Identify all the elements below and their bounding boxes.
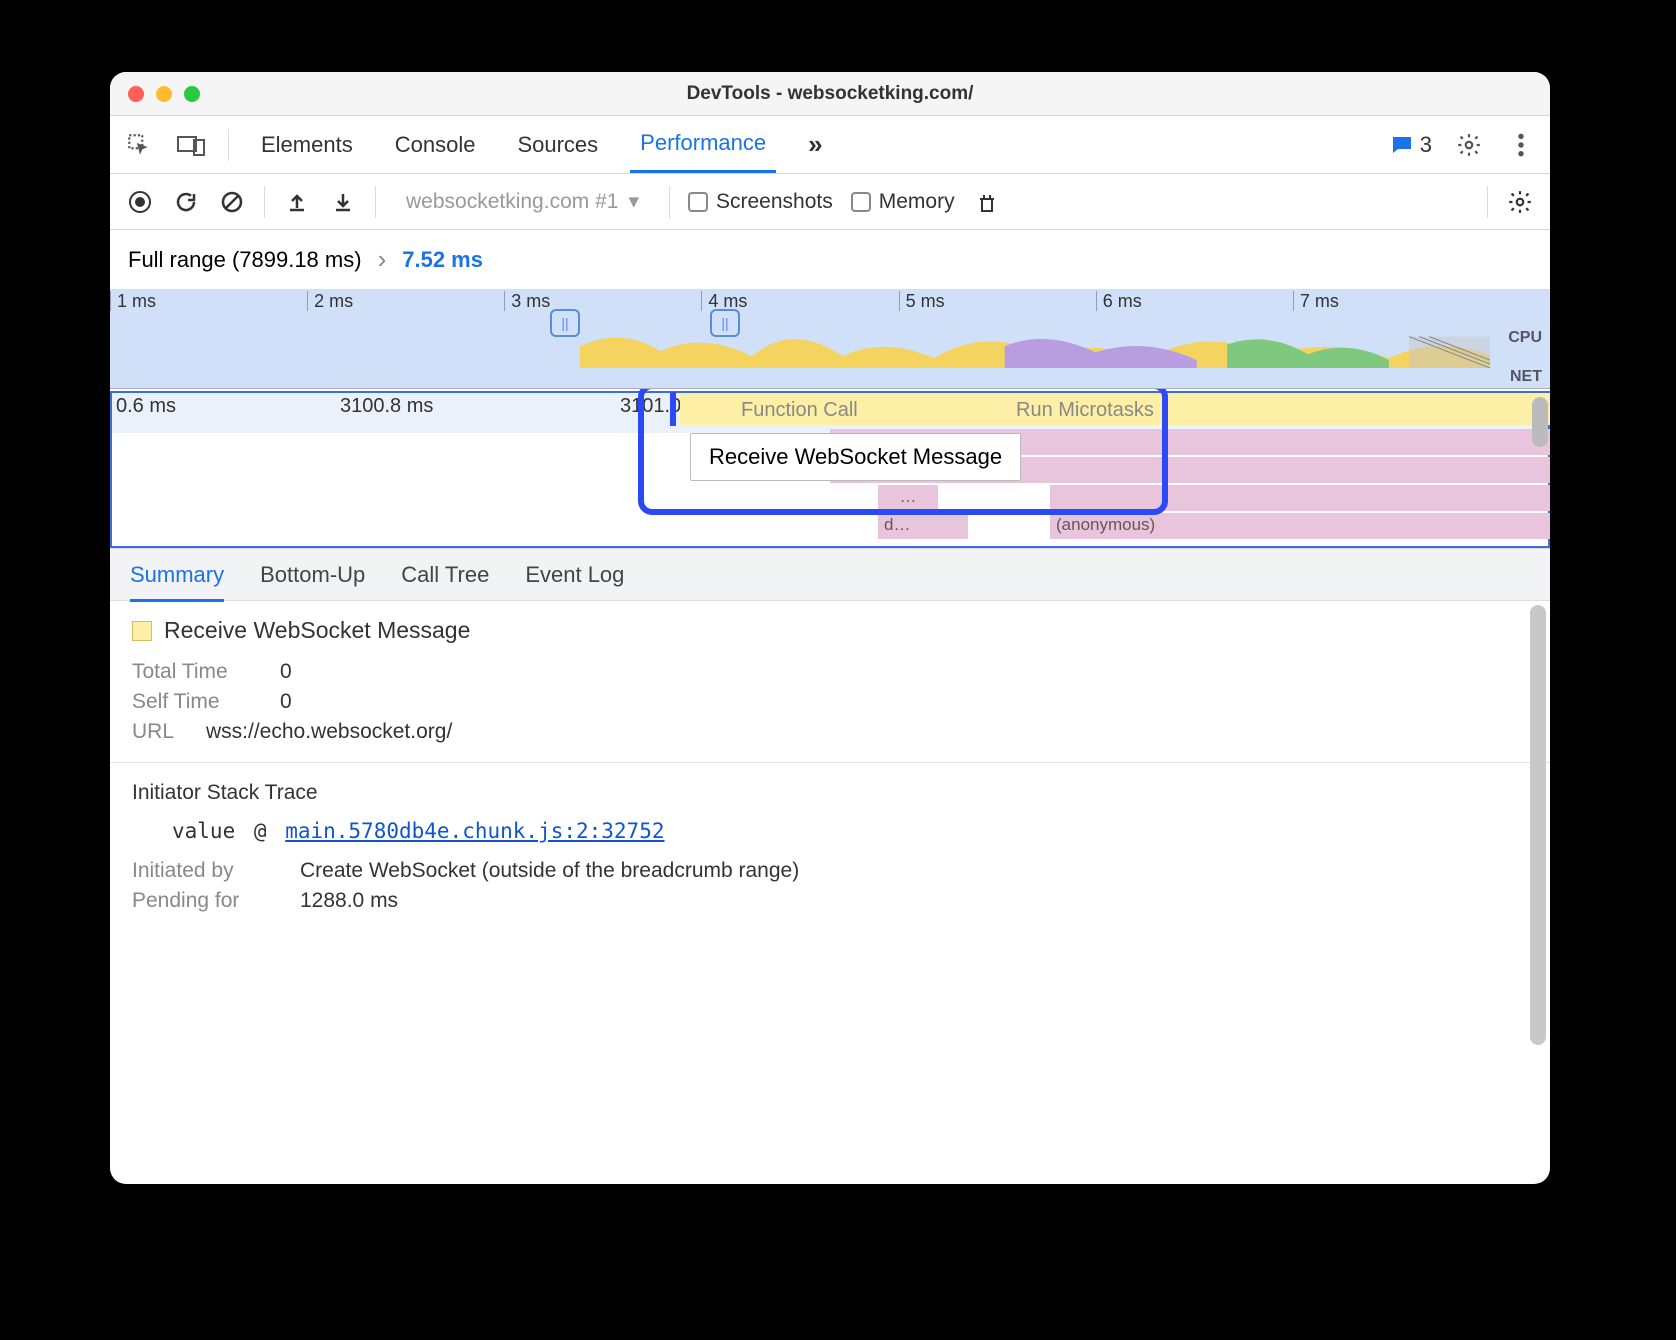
stack-link[interactable]: main.5780db4e.chunk.js:2:32752 <box>285 819 664 843</box>
tab-elements[interactable]: Elements <box>251 118 363 172</box>
time-label: 0.6 ms <box>116 395 176 418</box>
overview-tick: 1 ms <box>110 291 307 311</box>
screenshots-checkbox[interactable]: Screenshots <box>688 190 833 214</box>
event-header: Receive WebSocket Message <box>132 617 1528 644</box>
details-tab-bar: Summary Bottom-Up Call Tree Event Log <box>110 549 1550 601</box>
inspect-element-icon[interactable] <box>124 130 154 160</box>
net-track-label: NET <box>1510 368 1542 386</box>
divider <box>110 762 1550 763</box>
range-breadcrumb: Full range (7899.18 ms) › 7.52 ms <box>110 230 1550 289</box>
separator <box>264 186 265 218</box>
overview-tick: 3 ms <box>504 291 701 311</box>
minimize-icon[interactable] <box>156 86 172 102</box>
cpu-track-label: CPU <box>1508 329 1542 347</box>
tab-console[interactable]: Console <box>385 118 486 172</box>
initiated-by-label: Initiated by <box>132 859 282 883</box>
checkbox-icon <box>851 192 871 212</box>
memory-checkbox[interactable]: Memory <box>851 190 955 214</box>
stack-frame: value @ main.5780db4e.chunk.js:2:32752 <box>132 819 1528 843</box>
event-name: Receive WebSocket Message <box>164 617 470 644</box>
self-time-label: Self Time <box>132 690 262 714</box>
overview-tick: 6 ms <box>1096 291 1293 311</box>
flame-preview <box>580 317 1490 368</box>
checkbox-icon <box>688 192 708 212</box>
settings-icon[interactable] <box>1454 130 1484 160</box>
event-color-swatch <box>132 621 152 641</box>
capture-settings-icon[interactable] <box>1506 188 1534 216</box>
stack-fn: value <box>172 819 235 843</box>
tooltip: Receive WebSocket Message <box>690 433 1021 481</box>
pending-for-label: Pending for <box>132 889 282 913</box>
chevron-right-icon: › <box>378 244 387 275</box>
scrollbar-thumb[interactable] <box>1532 397 1548 447</box>
initiator-heading: Initiator Stack Trace <box>132 781 1528 805</box>
overview-tick: 2 ms <box>307 291 504 311</box>
titlebar: DevTools - websocketking.com/ <box>110 72 1550 116</box>
window-title: DevTools - websocketking.com/ <box>110 83 1550 105</box>
total-time-value: 0 <box>280 660 292 684</box>
upload-icon[interactable] <box>283 188 311 216</box>
messages-button[interactable]: 3 <box>1390 132 1432 158</box>
recording-dropdown[interactable]: websocketking.com #1 ▾ <box>394 185 651 218</box>
messages-count: 3 <box>1420 132 1432 158</box>
reload-icon[interactable] <box>172 188 200 216</box>
more-icon[interactable] <box>1506 130 1536 160</box>
overview-tick: 5 ms <box>899 291 1096 311</box>
flame-chart[interactable]: 0.6 ms 3100.8 ms 3101.0 ms 3101.2 ms 310… <box>110 389 1550 549</box>
total-time-label: Total Time <box>132 660 262 684</box>
tab-performance[interactable]: Performance <box>630 116 776 173</box>
flame-bar-d[interactable]: d… <box>878 513 968 539</box>
collect-garbage-icon[interactable] <box>973 188 1001 216</box>
download-icon[interactable] <box>329 188 357 216</box>
tab-bottom-up[interactable]: Bottom-Up <box>260 562 365 588</box>
overview-tick: 7 ms <box>1293 291 1490 311</box>
record-icon[interactable] <box>126 188 154 216</box>
range-handle-left[interactable]: || <box>550 309 580 337</box>
tabs-overflow-icon[interactable]: » <box>798 115 832 174</box>
screenshots-label: Screenshots <box>716 190 833 214</box>
close-icon[interactable] <box>128 86 144 102</box>
clear-icon[interactable] <box>218 188 246 216</box>
stack-at: @ <box>254 819 267 843</box>
self-time-value: 0 <box>280 690 292 714</box>
tab-summary[interactable]: Summary <box>130 562 224 602</box>
devtools-window: DevTools - websocketking.com/ Elements C… <box>110 72 1550 1184</box>
main-tab-bar: Elements Console Sources Performance » 3 <box>110 116 1550 174</box>
memory-label: Memory <box>879 190 955 214</box>
tab-sources[interactable]: Sources <box>507 118 608 172</box>
summary-panel: Receive WebSocket Message Total Time 0 Se… <box>110 601 1550 1184</box>
url-value: wss://echo.websocket.org/ <box>206 720 452 744</box>
separator <box>669 186 670 218</box>
url-label: URL <box>132 720 188 744</box>
recording-name: websocketking.com #1 <box>406 190 618 214</box>
initiated-by-value: Create WebSocket (outside of the breadcr… <box>300 859 799 883</box>
selected-range[interactable]: 7.52 ms <box>402 247 483 273</box>
time-label: 3100.8 ms <box>340 395 433 418</box>
overview-strip[interactable]: 1 ms 2 ms 3 ms 4 ms 5 ms 6 ms 7 ms || ||… <box>110 289 1550 389</box>
separator <box>375 186 376 218</box>
separator <box>228 129 229 161</box>
full-range-label[interactable]: Full range (7899.18 ms) <box>128 247 362 273</box>
tab-event-log[interactable]: Event Log <box>525 562 624 588</box>
device-toolbar-icon[interactable] <box>176 130 206 160</box>
zoom-icon[interactable] <box>184 86 200 102</box>
traffic-lights <box>128 86 200 102</box>
overview-tick: 4 ms <box>701 291 898 311</box>
overview-ticks: 1 ms 2 ms 3 ms 4 ms 5 ms 6 ms 7 ms <box>110 291 1490 311</box>
pending-for-value: 1288.0 ms <box>300 889 398 913</box>
dropdown-icon: ▾ <box>628 189 639 214</box>
scrollbar-thumb[interactable] <box>1530 605 1546 1045</box>
separator <box>1487 186 1488 218</box>
flame-bar-anonymous[interactable]: (anonymous) <box>1050 513 1550 539</box>
perf-toolbar: websocketking.com #1 ▾ Screenshots Memor… <box>110 174 1550 230</box>
tab-call-tree[interactable]: Call Tree <box>401 562 489 588</box>
